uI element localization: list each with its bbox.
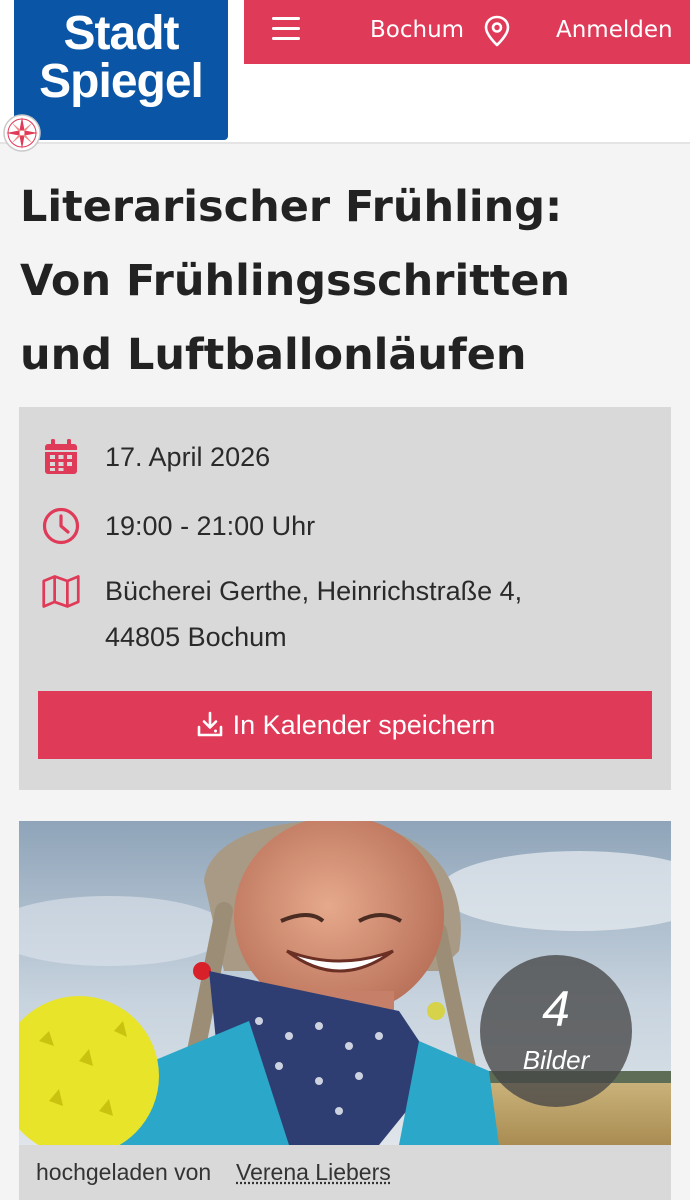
download-icon (197, 711, 222, 737)
stadtspiegel-logo[interactable]: Stadt Spiegel (14, 0, 228, 130)
title-line: Literarischer Frühling: (20, 182, 563, 232)
hamburger-menu-icon[interactable] (272, 16, 300, 42)
login-link[interactable]: Anmelden (556, 14, 673, 46)
title-line: Von Frühlingsschritten (20, 256, 571, 306)
photo-caption: hochgeladen von Verena Liebers (19, 1145, 671, 1200)
city-selector[interactable]: Bochum (370, 14, 464, 46)
event-location-line2: 44805 Bochum (105, 622, 287, 652)
save-to-calendar-label: In Kalender speichern (232, 709, 496, 740)
event-date: 17. April 2026 (105, 442, 271, 472)
author-link[interactable]: Verena Liebers (236, 1159, 391, 1186)
image-count-badge[interactable]: 4 Bilder (480, 955, 632, 1107)
image-count: 4 (542, 981, 570, 1037)
save-to-calendar-button[interactable]: In Kalender speichern (38, 691, 652, 759)
calendar-icon (45, 439, 77, 474)
image-count-label: Bilder (522, 1045, 590, 1075)
event-location-line1: Bücherei Gerthe, Heinrichstraße 4, (105, 576, 523, 606)
event-time: 19:00 - 21:00 Uhr (105, 511, 316, 541)
logo-word-spiegel: Spiegel (39, 55, 204, 108)
map-icon (42, 575, 80, 608)
event-info-box: 17. April 2026 19:00 - 21:00 Uhr Büchere… (19, 407, 671, 790)
compass-rose-icon (3, 114, 41, 152)
logo-underline (14, 124, 228, 140)
article-title: Literarischer Frühling: Von Frühlingssch… (20, 170, 670, 392)
top-navigation-bar: Bochum Anmelden (244, 0, 690, 64)
map-pin-icon[interactable] (483, 15, 511, 47)
event-photo[interactable]: 4 Bilder (19, 821, 671, 1145)
site-header: Stadt Spiegel Bochum Anmelden (0, 0, 690, 152)
logo-word-stadt: Stadt (63, 7, 180, 60)
clock-icon (42, 507, 80, 545)
title-line: und Luftballonläufen (20, 330, 527, 380)
caption-prefix: hochgeladen von (36, 1159, 212, 1185)
